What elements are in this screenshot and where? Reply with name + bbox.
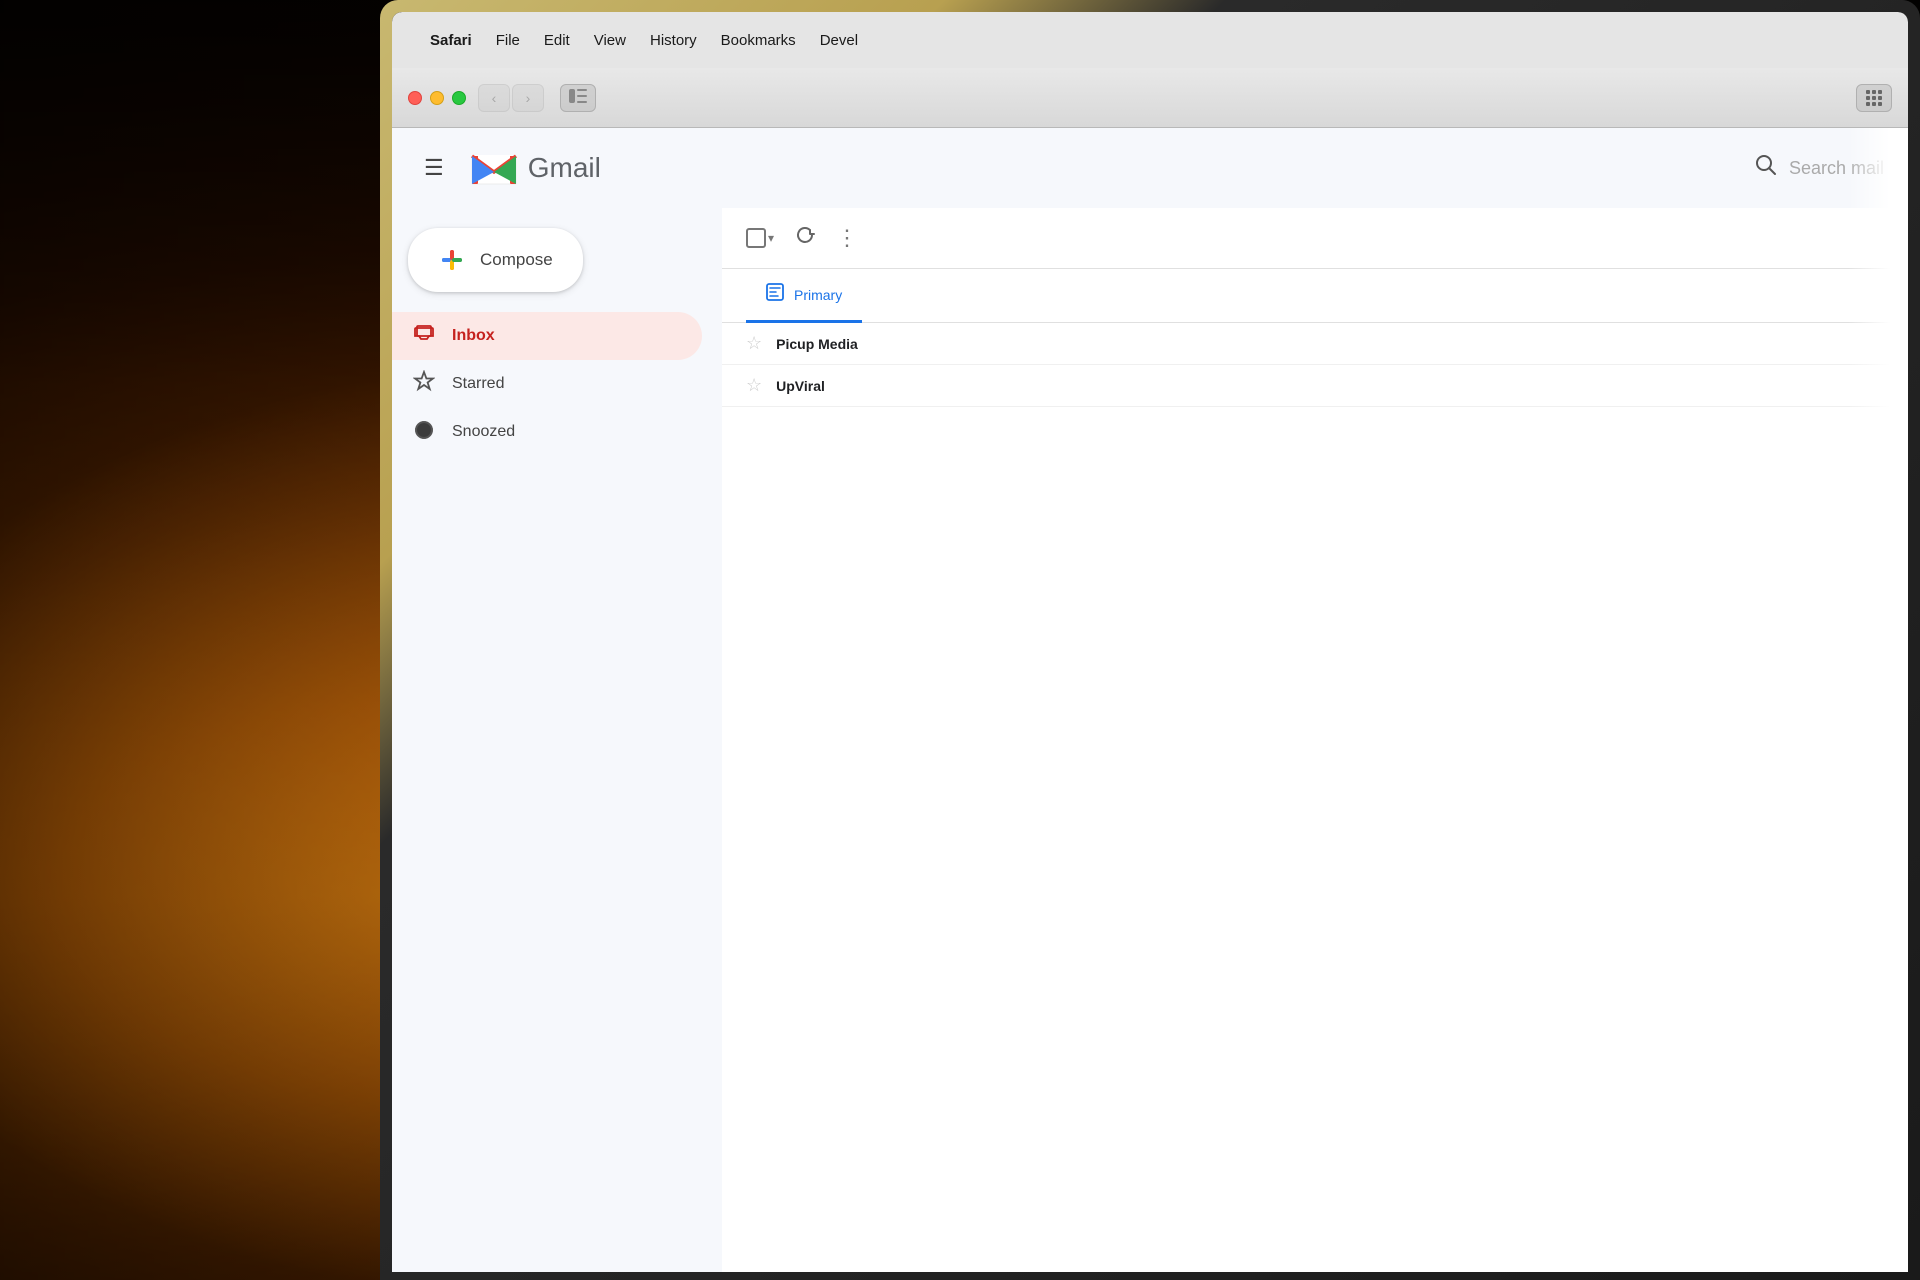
safari-toolbar: ‹ › [392,68,1908,128]
star-icon[interactable]: ☆ [746,333,762,354]
menu-edit[interactable]: Edit [534,28,580,53]
star-icon[interactable]: ☆ [746,375,762,396]
email-sender: UpViral [776,378,976,394]
primary-tab-label: Primary [794,287,842,303]
compose-button[interactable]: Compose [408,228,583,292]
macos-menubar: Safari File Edit View History Bookmarks … [392,12,1908,68]
fullscreen-button[interactable] [452,91,466,105]
macbook-frame: Safari File Edit View History Bookmarks … [380,0,1920,1280]
sidebar-item-snoozed[interactable]: Snoozed [392,408,702,456]
grid-icon [1866,90,1882,106]
gmail-sidebar: Compose Inbox [392,208,722,1272]
nav-buttons: ‹ › [478,84,544,112]
snoozed-icon [412,418,436,446]
sidebar-toggle-button[interactable] [560,84,596,112]
sidebar-icon [569,89,587,107]
dropdown-arrow-icon[interactable]: ▾ [768,231,774,245]
gmail-main: ▾ ⋮ [722,208,1908,1272]
menu-view[interactable]: View [584,28,636,53]
email-tabs: Primary [722,269,1908,323]
gmail-menu-icon[interactable]: ☰ [416,147,452,189]
gmail-body: Compose Inbox [392,208,1908,1272]
gmail-m-logo-icon [468,148,520,188]
primary-tab-icon [766,283,784,306]
gmail-logo: Gmail [468,148,601,188]
back-button[interactable]: ‹ [478,84,510,112]
menu-bookmarks[interactable]: Bookmarks [711,28,806,53]
search-icon [1755,154,1777,182]
forward-icon: › [526,90,531,106]
back-icon: ‹ [492,90,497,106]
menu-safari[interactable]: Safari [420,28,482,53]
menu-file[interactable]: File [486,28,530,53]
screen-content: Safari File Edit View History Bookmarks … [392,12,1908,1272]
compose-plus-icon [438,246,466,274]
forward-button[interactable]: › [512,84,544,112]
tab-primary[interactable]: Primary [746,269,862,323]
menu-develop[interactable]: Devel [810,28,868,53]
gmail-search-bar[interactable]: Search mail [1755,154,1884,182]
more-options-button[interactable]: ⋮ [836,225,858,251]
traffic-lights [408,91,466,105]
starred-icon [412,370,436,398]
sidebar-item-starred[interactable]: Starred [392,360,702,408]
gmail-app: ☰ [392,128,1908,1272]
sidebar-item-inbox[interactable]: Inbox [392,312,702,360]
gmail-title-text: Gmail [528,152,601,184]
refresh-button[interactable] [790,220,820,256]
close-button[interactable] [408,91,422,105]
email-toolbar: ▾ ⋮ [722,208,1908,269]
inbox-label: Inbox [452,327,495,345]
minimize-button[interactable] [430,91,444,105]
compose-label: Compose [480,250,553,270]
extensions-button[interactable] [1856,84,1892,112]
starred-label: Starred [452,375,504,393]
email-sender: Picup Media [776,336,976,352]
snoozed-label: Snoozed [452,423,515,441]
inbox-icon [412,322,436,350]
checkbox-icon[interactable] [746,228,766,248]
search-placeholder-text: Search mail [1789,158,1884,179]
menu-history[interactable]: History [640,28,707,53]
table-row[interactable]: ☆ UpViral [722,365,1908,407]
email-list: ☆ Picup Media ☆ UpViral [722,323,1908,407]
table-row[interactable]: ☆ Picup Media [722,323,1908,365]
select-all-checkbox[interactable]: ▾ [746,228,774,248]
gmail-header: ☰ [392,128,1908,208]
